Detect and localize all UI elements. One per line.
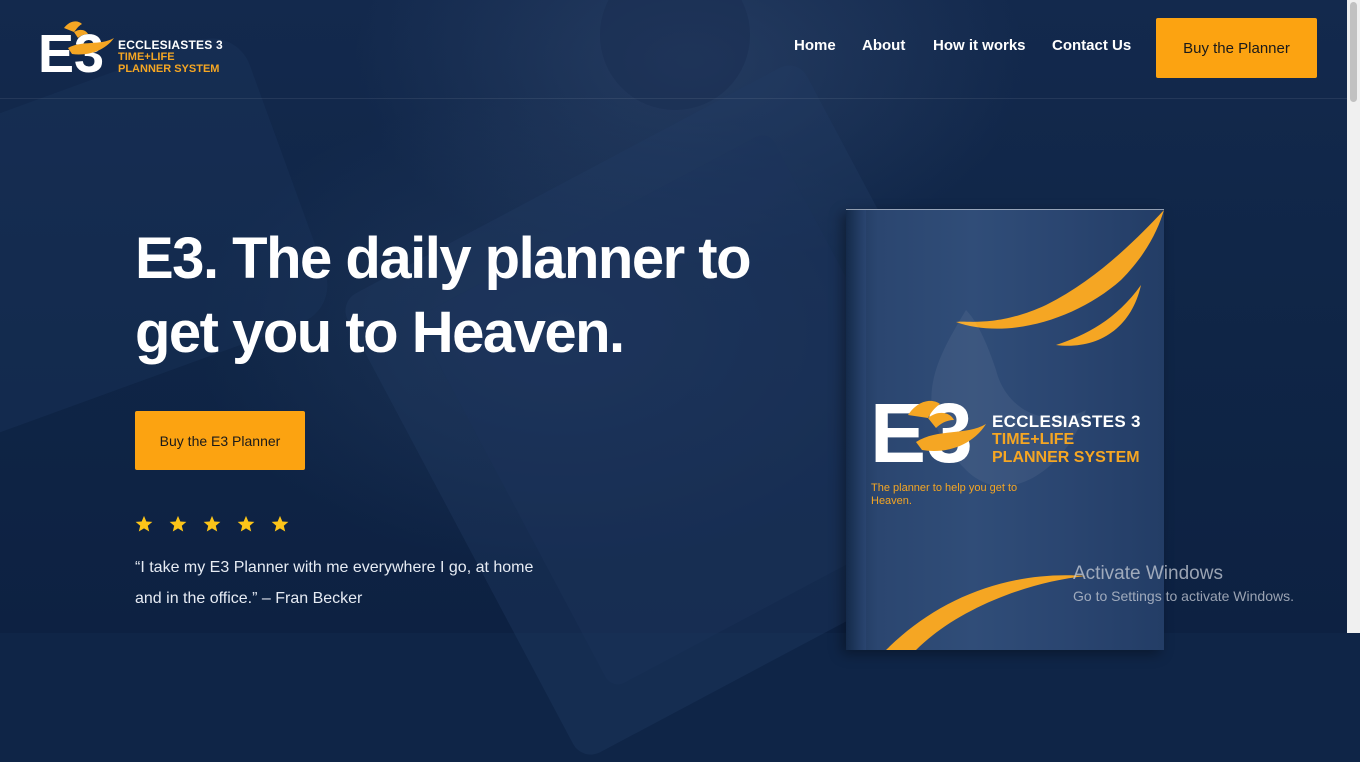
hero-title: E3. The daily planner to get you to Heav… (135, 226, 752, 365)
star-icon (271, 515, 289, 532)
scrollbar-thumb[interactable] (1350, 2, 1357, 102)
star-icon (203, 515, 221, 532)
e3-logo-mark: E3 (38, 21, 114, 78)
site-logo[interactable]: E3 ECCLESIASTES 3 TIME+LIFE PLANNER SYST… (38, 18, 238, 78)
book-tagline: The planner to help you get to Heaven. (871, 482, 1018, 507)
logo-subtitle: TIME+LIFE (118, 51, 175, 63)
book-swoosh-top (956, 210, 1164, 329)
book-title: ECCLESIASTES 3 (992, 412, 1141, 431)
nav-about[interactable]: About (862, 37, 905, 54)
logo-title: ECCLESIASTES 3 (118, 38, 223, 52)
star-icon (135, 515, 153, 532)
activate-windows-title: Activate Windows (1073, 563, 1223, 584)
logo-subtitle-2: PLANNER SYSTEM (118, 63, 220, 75)
buy-planner-button[interactable]: Buy the Planner (1156, 18, 1317, 78)
star-icon (169, 515, 187, 532)
nav-how-it-works[interactable]: How it works (933, 37, 1026, 54)
buy-e3-planner-button[interactable]: Buy the E3 Planner (135, 411, 305, 470)
page-scrollbar[interactable] (1347, 0, 1360, 633)
book-swoosh-bottom (886, 575, 1086, 650)
nav-contact-us[interactable]: Contact Us (1052, 37, 1131, 54)
site-header: E3 ECCLESIASTES 3 TIME+LIFE PLANNER SYST… (0, 0, 1347, 99)
star-icon (237, 515, 255, 532)
testimonial-quote: “I take my E3 Planner with me everywhere… (135, 559, 534, 607)
activate-windows-subtitle: Go to Settings to activate Windows. (1073, 588, 1294, 604)
book-subtitle: TIME+LIFE (992, 431, 1075, 448)
nav-home[interactable]: Home (794, 37, 836, 54)
book-subtitle-2: PLANNER SYSTEM (992, 449, 1140, 466)
